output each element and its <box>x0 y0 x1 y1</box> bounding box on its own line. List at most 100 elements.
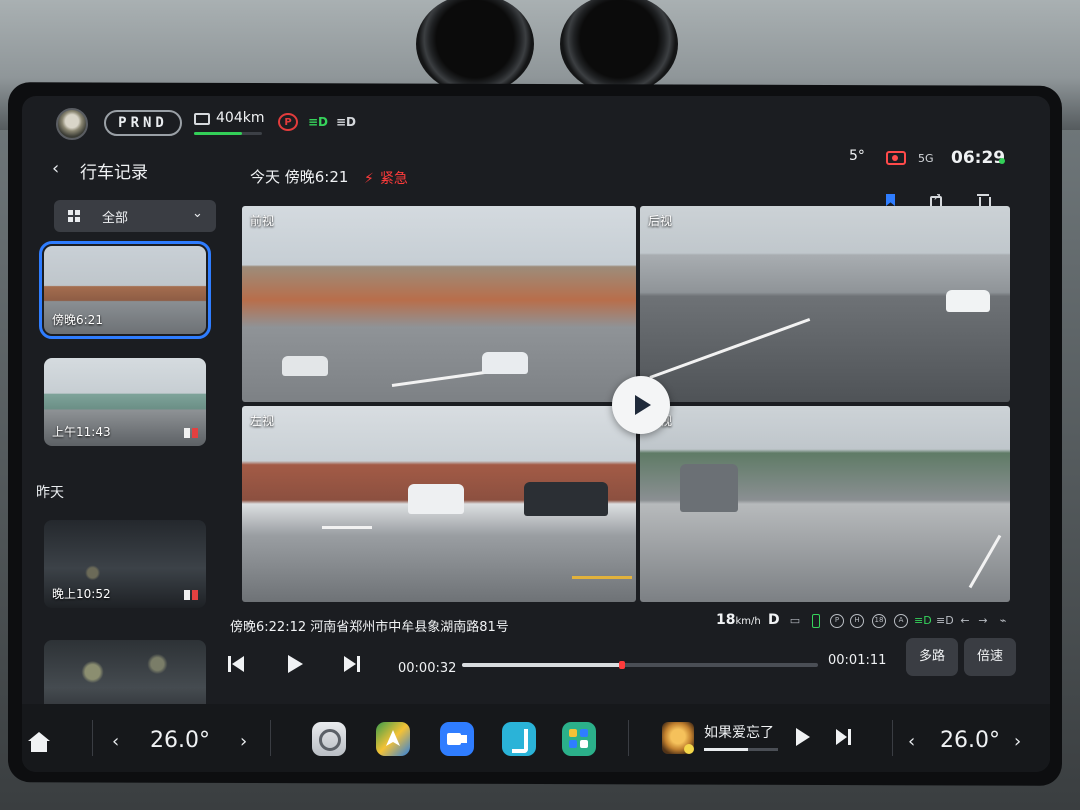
high-beam-icon: ≡D <box>936 614 954 627</box>
recording-time: 上午11:43 <box>52 425 111 439</box>
divider <box>892 720 893 756</box>
emergency-tag: ⚡ 紧急 <box>364 168 408 188</box>
camera-label: 后视 <box>648 214 673 228</box>
camera-rear[interactable]: 后视 <box>640 206 1010 402</box>
passenger-temp-down-icon[interactable]: ‹ <box>908 731 915 752</box>
passenger-temperature: 26.0° <box>940 728 1000 753</box>
hold-icon: H <box>850 614 864 628</box>
outside-temperature: 5° <box>849 148 865 164</box>
song-title[interactable]: 如果爱忘了 <box>704 722 778 742</box>
battery-icon <box>194 113 210 125</box>
vent-left <box>416 0 534 94</box>
car <box>680 464 738 512</box>
chevron-down-icon: ⌄ <box>192 206 203 221</box>
camera-label: 左视 <box>250 414 275 428</box>
song-progress <box>704 748 778 751</box>
progress-fill <box>462 661 626 669</box>
wiper-icon: ⌁ <box>999 614 1007 627</box>
temp-up-icon[interactable]: › <box>240 731 247 752</box>
camera-right[interactable]: 右视 <box>640 406 1010 602</box>
vent-right <box>560 0 678 94</box>
flag-icon <box>184 428 198 438</box>
recording-thumb[interactable]: 晚上10:52 <box>44 520 206 608</box>
recording-time: 晚上10:52 <box>52 587 111 601</box>
park-status-icon: P <box>830 614 844 628</box>
car <box>408 484 464 514</box>
back-icon[interactable]: ‹ <box>52 158 59 179</box>
emergency-label: 紧急 <box>379 171 408 187</box>
divider <box>92 720 93 756</box>
status-bar: PRND 404km P ≡D ≡D 5° 5G 06:29 <box>22 96 1050 168</box>
gear-selector: PRND <box>104 110 182 136</box>
speed-unit: km/h <box>735 616 761 627</box>
camera-front[interactable]: 前视 <box>242 206 636 402</box>
flag-icon <box>184 590 198 600</box>
gear-state: D <box>768 612 780 628</box>
recording-title: 今天 傍晚6:21 <box>250 168 349 186</box>
filter-dropdown[interactable]: 全部 ⌄ <box>54 200 216 232</box>
total-time: 00:01:11 <box>828 653 887 668</box>
range-text: 404km <box>216 110 265 126</box>
headlight-icon: ≡D <box>336 115 357 129</box>
apps-icon[interactable] <box>562 722 596 756</box>
signal-icon: 5G <box>918 152 934 165</box>
grid-icon <box>68 210 80 222</box>
song-progress-fill <box>704 748 749 751</box>
auto-icon: A <box>894 614 908 628</box>
event-marker <box>619 661 626 669</box>
range-bar <box>194 132 262 135</box>
status-dot <box>999 158 1005 164</box>
car <box>946 290 990 312</box>
recording-thumb-selected[interactable]: 傍晚6:21 <box>39 241 211 339</box>
home-icon[interactable] <box>28 732 50 752</box>
speed-readout: 18km/h <box>716 612 761 628</box>
turn-right-icon: → <box>978 614 988 627</box>
battery-status-icon <box>812 614 820 628</box>
page-title: 行车记录 <box>80 163 148 183</box>
recording-time: 傍晚6:21 <box>52 313 103 327</box>
car <box>482 352 528 374</box>
filter-label: 全部 <box>102 211 129 226</box>
play-overlay-button[interactable] <box>612 376 670 434</box>
settings-app-icon[interactable] <box>312 722 346 756</box>
parking-brake-icon: P <box>278 113 298 131</box>
low-beam-icon: ≡D <box>308 115 329 129</box>
lightning-icon: ⚡ <box>364 171 374 187</box>
multi-view-button[interactable]: 多路 <box>906 638 958 676</box>
current-time: 00:00:32 <box>398 661 457 676</box>
timestamp-location: 傍晚6:22:12 河南省郑州市中牟县象湖南路81号 <box>230 620 509 635</box>
lane-marking <box>968 534 1002 589</box>
speed-limit-icon: 18 <box>872 614 886 628</box>
range-fill <box>194 132 242 135</box>
playback-speed-button[interactable]: 倍速 <box>964 638 1016 676</box>
dashcam-record-icon <box>886 151 906 165</box>
lane-marking <box>649 317 811 379</box>
dock: ‹ 26.0° › 如果爱忘了 ‹ 26.0° › <box>22 704 1050 772</box>
clock: 06:29 <box>951 148 1006 168</box>
recording-thumb[interactable]: 上午11:43 <box>44 358 206 446</box>
temp-down-icon[interactable]: ‹ <box>112 731 119 752</box>
car <box>524 482 608 516</box>
speed-value: 18 <box>716 612 736 628</box>
avatar[interactable] <box>56 108 88 140</box>
lane-marking <box>322 526 372 529</box>
lane-marking <box>572 576 632 579</box>
driver-temperature: 26.0° <box>150 728 210 753</box>
infotainment-screen: PRND 404km P ≡D ≡D 5° 5G 06:29 ‹ 行车记录 全部… <box>22 96 1050 772</box>
section-yesterday: 昨天 <box>36 485 64 501</box>
seat-app-icon[interactable] <box>502 722 536 756</box>
music-badge-icon <box>684 744 694 754</box>
divider <box>628 720 629 756</box>
seatbelt-icon: ▭ <box>789 614 801 627</box>
passenger-temp-up-icon[interactable]: › <box>1014 731 1021 752</box>
progress-slider[interactable] <box>462 661 818 669</box>
camera-grid: 前视 后视 左视 右视 <box>242 206 1010 602</box>
navigation-app-icon[interactable] <box>376 722 410 756</box>
camera-label: 前视 <box>250 214 275 228</box>
car <box>282 356 328 376</box>
video-call-app-icon[interactable] <box>440 722 474 756</box>
camera-left[interactable]: 左视 <box>242 406 636 602</box>
turn-left-icon: ← <box>960 614 970 627</box>
divider <box>270 720 271 756</box>
low-beam-status-icon: ≡D <box>914 614 932 627</box>
